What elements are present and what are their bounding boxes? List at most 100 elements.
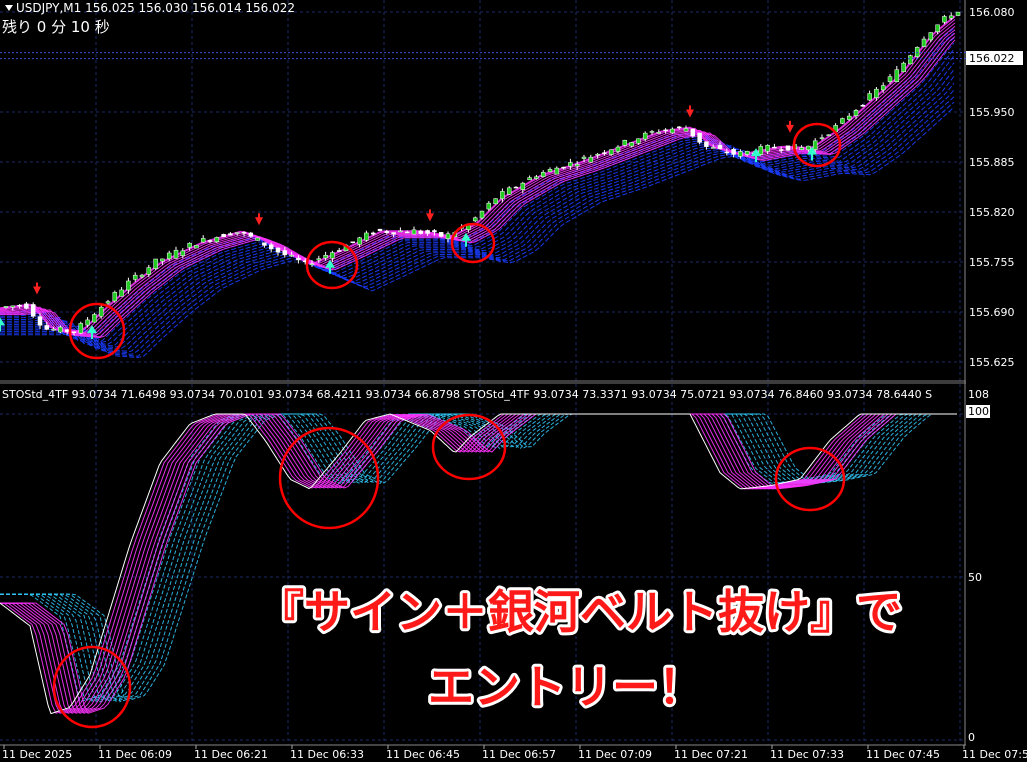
time-label: 11 Dec 07:45 bbox=[866, 748, 940, 761]
candle-body bbox=[513, 186, 519, 189]
candle-body bbox=[608, 149, 614, 155]
cyan-osc-line bbox=[0, 413, 956, 702]
candle-body bbox=[71, 331, 77, 334]
candle-body bbox=[826, 134, 832, 137]
candle-body bbox=[928, 32, 934, 41]
candle-body bbox=[51, 329, 56, 331]
candle-body bbox=[37, 316, 43, 326]
candle-body bbox=[24, 303, 29, 309]
candle-body bbox=[173, 249, 179, 259]
candle-body bbox=[785, 145, 791, 151]
candle-body bbox=[649, 131, 655, 133]
candle-body bbox=[248, 232, 254, 237]
dropdown-triangle-icon[interactable] bbox=[5, 5, 13, 11]
candle-body bbox=[119, 289, 124, 297]
candle-body bbox=[554, 167, 560, 175]
candle-body bbox=[391, 232, 396, 235]
candle-body bbox=[364, 232, 369, 241]
candle-body bbox=[622, 139, 628, 146]
price-label: 155.755 bbox=[969, 256, 1015, 269]
candle-body bbox=[445, 233, 451, 239]
blue-belt-line bbox=[0, 82, 955, 352]
candle-body bbox=[534, 176, 539, 179]
cyan-osc-line bbox=[0, 413, 956, 702]
candle-body bbox=[724, 151, 730, 154]
candle-body bbox=[561, 166, 566, 169]
price-label: 155.885 bbox=[969, 156, 1015, 169]
candle-body bbox=[568, 162, 573, 167]
candle-body bbox=[670, 128, 675, 134]
cyan-osc-line bbox=[0, 413, 956, 703]
candle-body bbox=[894, 69, 900, 82]
candle-body bbox=[520, 182, 526, 190]
blue-belt-line bbox=[0, 62, 955, 347]
overlay-line-2: エントリー！ bbox=[428, 660, 704, 714]
candle-body bbox=[540, 172, 546, 177]
candle-body bbox=[357, 237, 362, 245]
candle-body bbox=[132, 274, 138, 280]
candle-body bbox=[683, 128, 689, 132]
candle-body bbox=[30, 304, 36, 317]
candle-body bbox=[914, 47, 920, 58]
price-label: 155.625 bbox=[969, 356, 1015, 369]
time-axis: 11 Dec 2025 11 Dec 06:09 11 Dec 06:21 11 De… bbox=[2, 745, 1027, 761]
candle-body bbox=[255, 237, 260, 241]
blue-belt-line bbox=[0, 75, 955, 350]
candle-body bbox=[309, 263, 315, 266]
candle-body bbox=[656, 132, 662, 134]
blue-belt-line bbox=[0, 37, 955, 340]
candle-body bbox=[479, 210, 485, 219]
candle-body bbox=[336, 250, 342, 252]
candle-body bbox=[228, 233, 233, 236]
cyan-osc-line bbox=[0, 413, 956, 702]
candle-body bbox=[500, 191, 505, 200]
osc-axis-max: 108 bbox=[968, 388, 989, 401]
candle-body bbox=[316, 258, 322, 261]
galaxy-belt-blue bbox=[0, 27, 955, 359]
candle-body bbox=[58, 326, 63, 333]
blue-belt-line bbox=[0, 89, 955, 354]
blue-belt-line bbox=[0, 48, 955, 343]
candle-body bbox=[901, 62, 906, 72]
candle-body bbox=[908, 55, 913, 65]
indicator-header: STOStd_4TF 93.0734 71.6498 93.0734 70.01… bbox=[2, 388, 932, 401]
candle-body bbox=[595, 153, 600, 156]
time-label: 11 Dec 07:57 bbox=[962, 748, 1027, 761]
candle-body bbox=[404, 231, 410, 234]
candle-body bbox=[574, 164, 580, 167]
candle-body bbox=[146, 267, 152, 275]
time-label: 11 Dec 06:33 bbox=[290, 748, 364, 761]
candle-body bbox=[846, 115, 852, 120]
candle-body bbox=[663, 129, 668, 132]
candle-body bbox=[506, 187, 512, 195]
candle-body bbox=[268, 244, 274, 250]
candle-body bbox=[717, 144, 723, 149]
candle-body bbox=[629, 142, 634, 147]
candle-body bbox=[765, 145, 770, 152]
time-label: 11 Dec 07:21 bbox=[674, 748, 748, 761]
pink-belt-line bbox=[0, 32, 956, 337]
candle-body bbox=[207, 240, 213, 242]
candle-body bbox=[935, 24, 940, 33]
pink-belt-line bbox=[0, 19, 956, 333]
price-label: 156.080 bbox=[969, 6, 1015, 19]
chart-canvas[interactable]: 156.080 155.950 155.885 155.820 155.755 155.6… bbox=[0, 0, 1027, 762]
time-label: 11 Dec 07:33 bbox=[770, 748, 844, 761]
candle-body bbox=[853, 110, 859, 116]
candle-body bbox=[200, 238, 206, 243]
candle-body bbox=[840, 118, 845, 124]
candle-body bbox=[615, 146, 621, 152]
cyan-osc-line bbox=[0, 413, 956, 702]
candle-body bbox=[234, 232, 240, 234]
candle-body bbox=[547, 168, 553, 173]
price-label: 155.950 bbox=[969, 106, 1015, 119]
time-label: 11 Dec 2025 bbox=[2, 748, 72, 761]
cyan-osc-line bbox=[0, 413, 956, 702]
candle-body bbox=[602, 152, 607, 154]
sell-arrow-icon bbox=[255, 213, 263, 226]
candle-body bbox=[588, 156, 594, 163]
candle-body bbox=[370, 232, 376, 235]
candle-body bbox=[942, 16, 947, 23]
candle-body bbox=[289, 254, 294, 257]
candle-body bbox=[98, 306, 104, 317]
